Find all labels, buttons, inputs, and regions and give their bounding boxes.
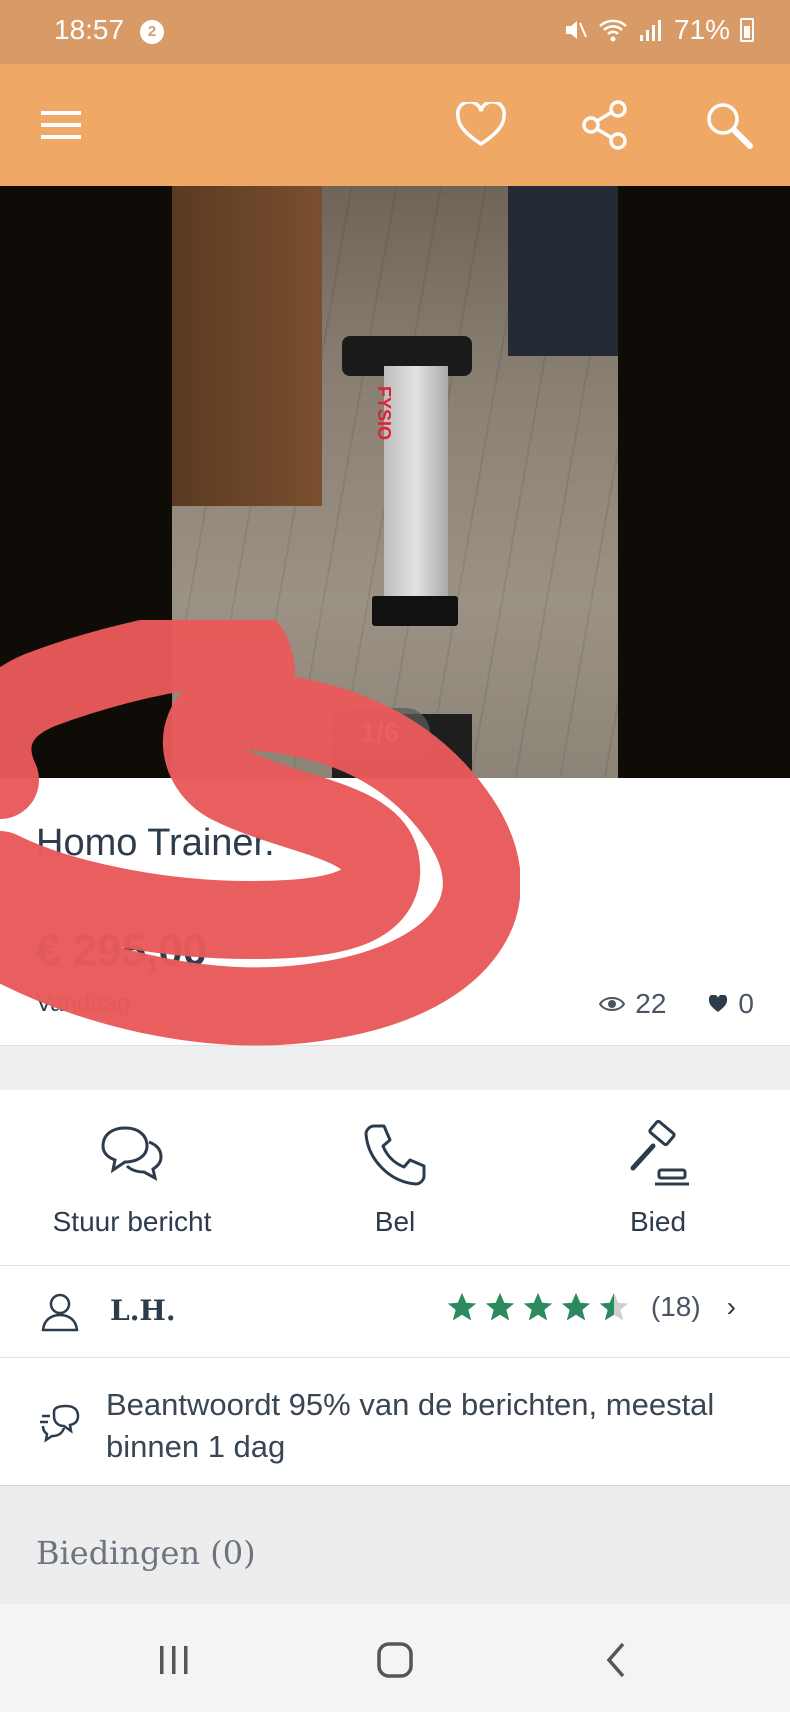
status-bar: 18:57 2 71% [0,0,790,64]
menu-icon[interactable] [26,90,96,160]
signal-icon [639,20,661,41]
mute-icon [565,21,587,39]
photo-carousel[interactable]: FYSIO [0,186,790,778]
photo-counter: 1/6 [330,708,430,758]
star-icon [485,1292,515,1321]
section-divider [0,1046,790,1090]
action-bar: Stuur bericht Bel Bied [0,1090,790,1266]
photo-sofa [508,186,618,356]
notification-badge: 2 [140,20,164,44]
review-count: (18) [650,1291,701,1322]
bid-button[interactable]: Bied [528,1090,788,1266]
photo-rail-end [372,596,458,626]
seller-rating: (18) › [445,1290,736,1324]
system-nav-bar [0,1604,790,1712]
status-time: 18:57 [54,14,125,45]
app-bar [0,64,790,186]
brand-text: FYSIO [374,386,394,441]
seller-row[interactable]: L.H. (18) › [0,1266,790,1358]
home-icon[interactable] [365,1632,425,1688]
gavel-icon [630,1120,689,1186]
listing-stats: 22 0 [599,988,754,1020]
recents-icon[interactable] [144,1632,204,1688]
seller-name: L.H. [110,1294,176,1327]
response-info: Beantwoordt 95% van de berichten, meesta… [0,1358,790,1486]
view-count: 22 [635,988,667,1019]
phone-icon [364,1124,426,1186]
send-message-button[interactable]: Stuur bericht [2,1090,262,1266]
battery-percentage: 71% [673,14,730,45]
send-message-label: Stuur bericht [52,1206,212,1237]
bids-title: Biedingen (0) [36,1534,256,1572]
fast-reply-icon [40,1404,80,1443]
star-icon [561,1292,591,1321]
listing-photo[interactable]: FYSIO [172,186,618,778]
back-icon[interactable] [586,1632,646,1688]
search-icon[interactable] [694,90,764,160]
user-icon [41,1293,79,1332]
heart-icon[interactable] [446,90,516,160]
favorite-count: 0 [738,988,754,1019]
star-icon [523,1292,553,1321]
listing-info: Homo Trainer. € 295,00 Vandaag 22 0 [0,778,790,1046]
battery-icon [740,18,754,42]
share-icon[interactable] [570,90,640,160]
wifi-icon [599,19,627,42]
eye-icon [599,997,626,1011]
listing-price: € 295,00 [36,926,208,975]
star-icon [447,1292,477,1321]
chat-icon [101,1126,163,1181]
favorite-count-icon [709,995,728,1012]
call-label: Bel [374,1206,416,1237]
status-icons: 71% [562,14,754,46]
response-text: Beantwoordt 95% van de berichten, meesta… [106,1387,715,1464]
photo-cabinet [172,186,322,506]
chevron-right-icon: › [726,1291,736,1322]
bids-section[interactable]: Biedingen (0) [0,1486,790,1604]
half-star-icon [599,1292,629,1321]
bid-label: Bied [629,1206,687,1237]
call-button[interactable]: Bel [265,1090,525,1266]
listing-date: Vandaag [36,990,131,1017]
listing-title: Homo Trainer. [36,822,275,864]
